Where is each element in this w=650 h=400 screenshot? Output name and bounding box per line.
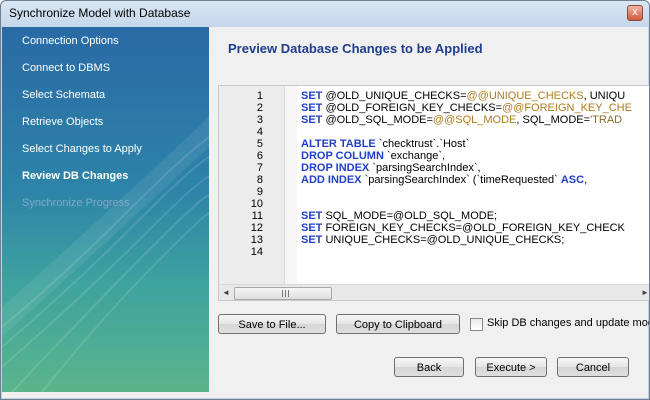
- system-variable: @@FOREIGN_KEY_CHE: [502, 102, 632, 114]
- sql-keyword: SET: [301, 90, 323, 102]
- wizard-sidebar: Connection Options Connect to DBMS Select …: [2, 27, 209, 392]
- fold-margin: [285, 86, 297, 284]
- wizard-step: Synchronize Progress: [22, 197, 130, 209]
- copy-to-clipboard-button[interactable]: Copy to Clipboard: [336, 314, 460, 334]
- sql-keyword: SET: [301, 210, 323, 222]
- sql-keyword: DROP INDEX: [301, 162, 370, 174]
- page-title: Preview Database Changes to be Applied: [228, 41, 483, 56]
- code-line: SET FOREIGN_KEY_CHECKS=@OLD_FOREIGN_KEY_…: [301, 222, 625, 234]
- line-number: 12: [250, 222, 263, 234]
- code-text: , SQL_MODE=: [516, 114, 591, 126]
- skip-db-changes-label[interactable]: Skip DB changes and update mod: [487, 317, 649, 329]
- cancel-button[interactable]: Cancel: [557, 357, 629, 377]
- code-text: @OLD_SQL_MODE=: [322, 114, 433, 126]
- line-number: 3: [256, 114, 263, 126]
- scroll-right-arrow-icon[interactable]: ►: [641, 288, 649, 297]
- code-line: SET UNIQUE_CHECKS=@OLD_UNIQUE_CHECKS;: [301, 234, 564, 246]
- code-line: SET @OLD_SQL_MODE=@@SQL_MODE, SQL_MODE='…: [301, 114, 622, 126]
- code-text: UNIQUE_CHECKS=@OLD_UNIQUE_CHECKS;: [322, 234, 565, 246]
- horizontal-scrollbar[interactable]: ◄ ►: [219, 284, 649, 300]
- save-to-file-button[interactable]: Save to File...: [218, 314, 326, 334]
- code-line: DROP COLUMN `exchange`,: [301, 150, 445, 162]
- wizard-step: Connection Options: [22, 35, 119, 47]
- window-title: Synchronize Model with Database: [9, 6, 191, 20]
- system-variable: @@UNIQUE_CHECKS: [466, 90, 584, 102]
- line-number: 4: [256, 126, 263, 138]
- line-number: 1: [256, 90, 263, 102]
- sql-keyword: DROP COLUMN: [301, 150, 384, 162]
- code-line: ADD INDEX `parsingSearchIndex` (`timeReq…: [301, 174, 587, 186]
- sql-keyword: ALTER TABLE: [301, 138, 376, 150]
- code-text: @OLD_FOREIGN_KEY_CHECKS=: [322, 102, 502, 114]
- line-number: 10: [250, 198, 263, 210]
- code-line: SET SQL_MODE=@OLD_SQL_MODE;: [301, 210, 497, 222]
- execute-button[interactable]: Execute >: [475, 357, 547, 377]
- client-area: Connection Options Connect to DBMS Select …: [2, 27, 649, 398]
- code-text: `checktrust`.`Host`: [375, 138, 470, 150]
- sql-keyword: SET: [301, 222, 323, 234]
- code-text: `parsingSearchIndex`,: [369, 162, 481, 174]
- code-line: DROP INDEX `parsingSearchIndex`,: [301, 162, 481, 174]
- code-text: ,: [584, 174, 588, 186]
- sql-keyword: SET: [301, 102, 323, 114]
- wizard-step: Retrieve Objects: [22, 116, 104, 128]
- sql-keyword: SET: [301, 234, 323, 246]
- dialog-window: Synchronize Model with Database x Connec…: [0, 0, 650, 400]
- code-text: , UNIQU: [583, 90, 626, 102]
- skip-db-changes-checkbox[interactable]: [470, 318, 483, 331]
- wizard-step: Connect to DBMS: [22, 62, 111, 74]
- code-line: ALTER TABLE `checktrust`.`Host`: [301, 138, 469, 150]
- code-text: FOREIGN_KEY_CHECKS=@OLD_FOREIGN_KEY_CHEC…: [322, 222, 625, 234]
- line-number: 7: [256, 162, 263, 174]
- code-text: `parsingSearchIndex` (: [361, 174, 477, 186]
- code-text: `exchange`,: [383, 150, 446, 162]
- code-text: @OLD_UNIQUE_CHECKS=: [322, 90, 467, 102]
- sql-keyword: SET: [301, 114, 323, 126]
- wizard-step: Select Schemata: [22, 89, 106, 101]
- code-text: SQL_MODE=@OLD_SQL_MODE;: [322, 210, 498, 222]
- line-number: 11: [251, 210, 263, 222]
- string-literal: 'TRAD: [590, 114, 623, 126]
- scrollbar-thumb[interactable]: [234, 287, 332, 300]
- title-bar[interactable]: Synchronize Model with Database x: [1, 1, 649, 27]
- main-content: Preview Database Changes to be Applied 1…: [209, 27, 649, 398]
- sql-keyword: ASC: [560, 174, 585, 186]
- line-number: 13: [250, 234, 263, 246]
- system-variable: @@SQL_MODE: [432, 114, 517, 126]
- line-number: 9: [256, 186, 263, 198]
- close-icon: x: [632, 6, 638, 18]
- sql-preview-editor[interactable]: 1 2 3 4 5 6 7 8 9 10 11 12 13 14 SET @OLD_UNIQUE_CHEC…: [218, 85, 649, 301]
- wizard-step: Select Changes to Apply: [22, 143, 142, 155]
- sql-keyword: ADD INDEX: [301, 174, 362, 186]
- line-number: 14: [250, 246, 263, 258]
- code-line: SET @OLD_UNIQUE_CHECKS=@@UNIQUE_CHECKS, …: [301, 90, 625, 102]
- code-text: `timeRequested`: [476, 174, 561, 186]
- line-number: 5: [256, 138, 263, 150]
- line-number: 8: [256, 174, 263, 186]
- close-button[interactable]: x: [627, 5, 643, 21]
- line-number: 6: [256, 150, 263, 162]
- wizard-step: Review DB Changes: [22, 170, 129, 182]
- back-button[interactable]: Back: [394, 357, 464, 377]
- scroll-left-arrow-icon[interactable]: ◄: [222, 288, 230, 297]
- code-line: SET @OLD_FOREIGN_KEY_CHECKS=@@FOREIGN_KE…: [301, 102, 632, 114]
- grip-icon: [282, 290, 290, 297]
- line-number: 2: [256, 102, 263, 114]
- decorative-swoosh-graphic: [2, 117, 209, 392]
